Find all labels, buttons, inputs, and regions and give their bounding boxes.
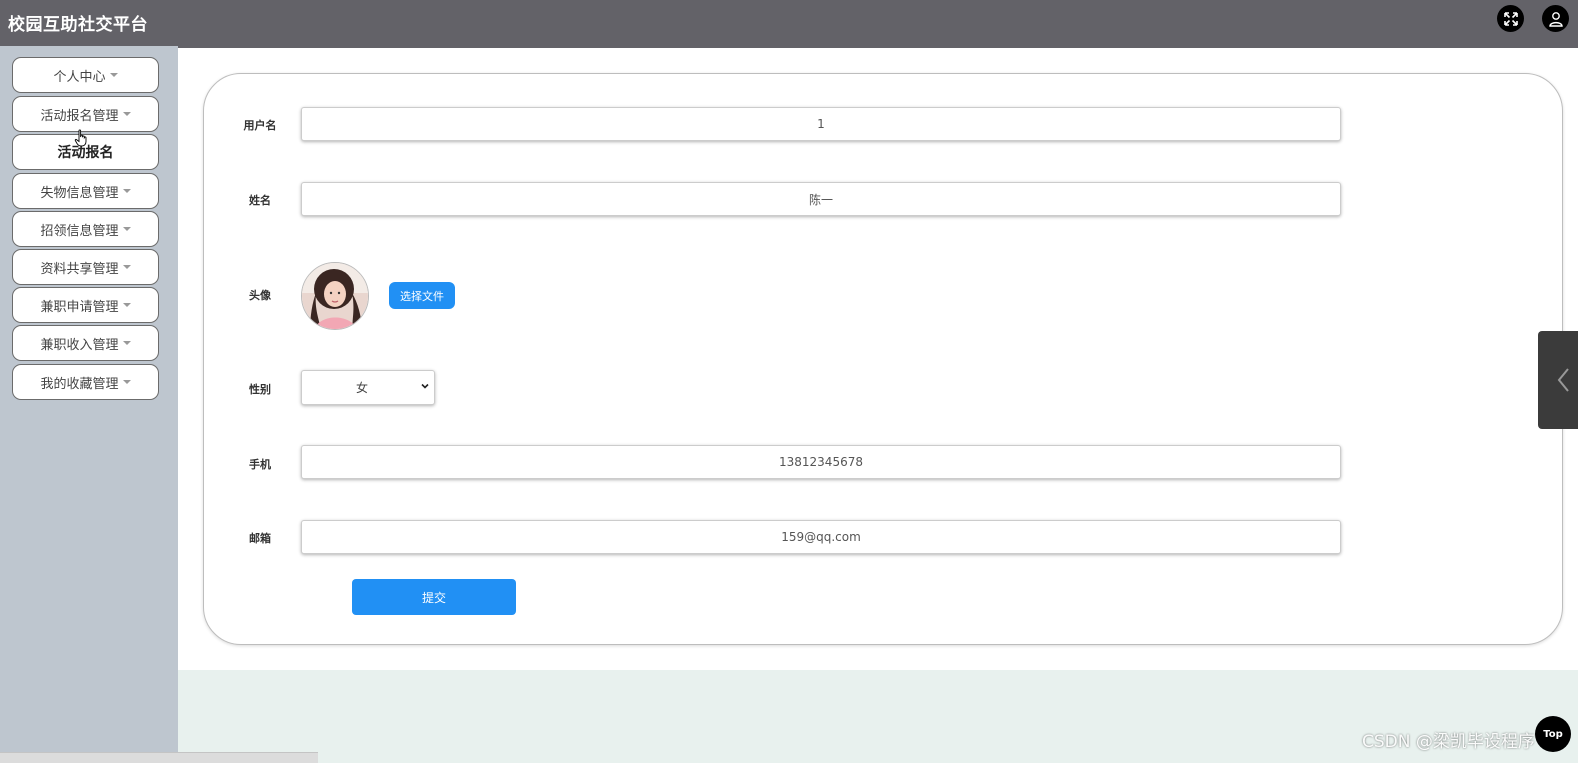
phone-input[interactable] — [301, 445, 1341, 479]
gender-label: 性别 — [249, 383, 271, 396]
caret-down-icon — [109, 73, 118, 77]
sidebar-item-label: 兼职收入管理 — [40, 337, 119, 353]
sidebar-item-lost-items-management[interactable]: 失物信息管理 — [12, 173, 159, 209]
name-label: 姓名 — [249, 194, 271, 207]
caret-down-icon — [122, 380, 131, 384]
sidebar-item-part-time-income-management[interactable]: 兼职收入管理 — [12, 325, 159, 361]
app-title: 校园互助社交平台 — [8, 15, 148, 35]
caret-down-icon — [122, 227, 131, 231]
caret-down-icon — [122, 341, 131, 345]
submit-button[interactable]: 提交 — [352, 579, 516, 615]
chevron-left-icon — [1557, 368, 1569, 392]
user-icon[interactable] — [1542, 5, 1569, 32]
caret-down-icon — [122, 189, 131, 193]
caret-down-icon — [122, 265, 131, 269]
caret-down-icon — [122, 303, 131, 307]
email-label: 邮箱 — [249, 532, 271, 545]
caret-down-icon — [122, 112, 131, 116]
gender-select[interactable]: 女 — [301, 370, 435, 405]
sidebar-item-label: 活动报名管理 — [40, 108, 119, 124]
sidebar-item-label: 兼职申请管理 — [40, 299, 119, 315]
chevron-down-icon — [421, 383, 429, 389]
name-input[interactable] — [301, 182, 1341, 216]
sidebar-item-label: 我的收藏管理 — [40, 376, 119, 392]
sidebar-item-found-items-management[interactable]: 招领信息管理 — [12, 211, 159, 247]
horizontal-scrollbar[interactable] — [0, 752, 318, 763]
sidebar-item-activity-registration-management[interactable]: 活动报名管理 — [12, 96, 159, 132]
sidebar-item-part-time-application-management[interactable]: 兼职申请管理 — [12, 287, 159, 323]
gender-select-value: 女 — [355, 381, 368, 395]
fullscreen-icon[interactable] — [1497, 5, 1524, 32]
watermark: CSDN @梁凯毕设程序 — [1362, 732, 1535, 752]
sidebar-item-label: 招领信息管理 — [40, 223, 119, 239]
profile-form-card — [203, 73, 1563, 645]
avatar-label: 头像 — [249, 289, 271, 302]
sidebar-item-label: 个人中心 — [53, 69, 106, 85]
username-label: 用户名 — [243, 119, 277, 132]
sidebar-item-personal-center[interactable]: 个人中心 — [12, 57, 159, 93]
sidebar-item-label: 失物信息管理 — [40, 185, 119, 201]
sidebar: 个人中心 活动报名管理 活动报名 失物信息管理 招领信息管理 资料共享管理 兼职… — [0, 46, 178, 762]
email-input[interactable] — [301, 520, 1341, 554]
phone-label: 手机 — [249, 458, 271, 471]
choose-file-button[interactable]: 选择文件 — [389, 282, 455, 309]
avatar-image — [301, 262, 369, 330]
sidebar-item-my-favorites-management[interactable]: 我的收藏管理 — [12, 364, 159, 400]
hand-cursor-icon — [74, 129, 87, 147]
sidebar-item-label: 资料共享管理 — [40, 261, 119, 277]
top-bar: 校园互助社交平台 — [0, 0, 1578, 48]
sidebar-item-resource-sharing-management[interactable]: 资料共享管理 — [12, 249, 159, 285]
back-to-top-button[interactable]: Top — [1535, 716, 1571, 752]
username-input[interactable] — [301, 107, 1341, 141]
side-panel-toggle[interactable] — [1538, 331, 1578, 429]
